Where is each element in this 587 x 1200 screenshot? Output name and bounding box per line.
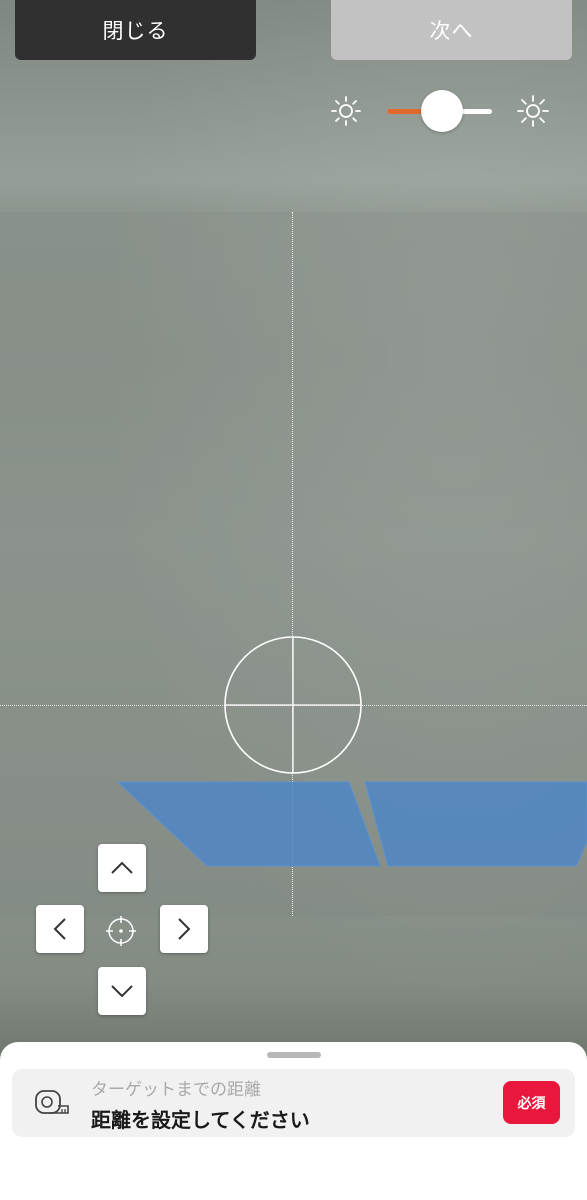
distance-setting-row[interactable]: ターゲットまでの距離 距離を設定してください 必須	[12, 1069, 575, 1137]
target-reticle-icon	[224, 636, 362, 774]
distance-label: ターゲットまでの距離	[91, 1080, 261, 1100]
chevron-left-icon	[53, 918, 66, 940]
chevron-right-icon	[178, 918, 191, 940]
vertical-guide-line	[292, 212, 293, 916]
slider-thumb[interactable]	[420, 90, 463, 132]
move-left-button[interactable]	[36, 905, 84, 953]
measurement-area	[0, 212, 587, 916]
crosshair-icon[interactable]	[104, 914, 138, 948]
required-badge: 必須	[503, 1081, 560, 1124]
move-down-button[interactable]	[98, 967, 146, 1015]
sheet-drag-handle[interactable]	[267, 1052, 321, 1058]
distance-value: 距離を設定してください	[91, 1108, 310, 1132]
bottom-sheet: ターゲットまでの距離 距離を設定してください 必須	[0, 1042, 587, 1200]
sun-dim-icon	[331, 96, 361, 126]
tape-measure-icon	[35, 1090, 69, 1114]
chevron-up-icon	[111, 861, 133, 874]
move-up-button[interactable]	[98, 844, 146, 892]
move-right-button[interactable]	[160, 905, 208, 953]
sun-bright-icon	[517, 95, 549, 127]
next-button[interactable]: 次へ	[331, 0, 572, 60]
chevron-down-icon	[111, 985, 133, 998]
close-button[interactable]: 閉じる	[15, 0, 256, 60]
brightness-slider[interactable]	[387, 90, 492, 134]
